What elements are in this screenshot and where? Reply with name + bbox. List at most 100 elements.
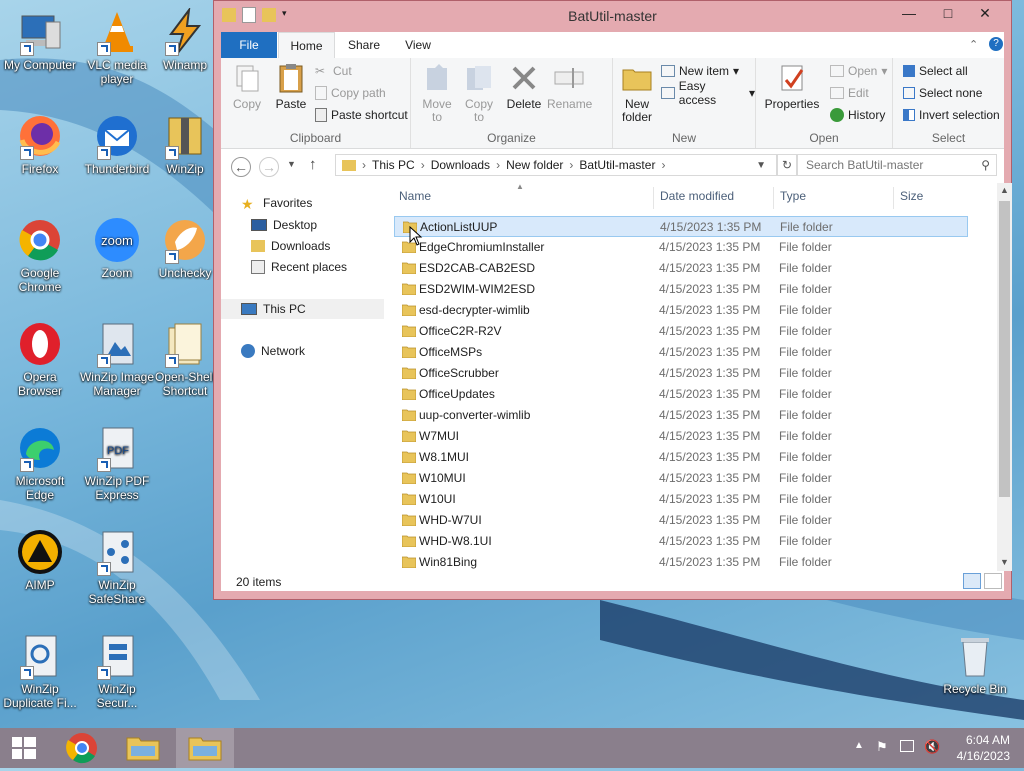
- paste-shortcut-button[interactable]: Paste shortcut: [315, 106, 408, 124]
- table-row[interactable]: Win81Bing 4/15/2023 1:35 PM File folder: [394, 552, 968, 573]
- vertical-scrollbar[interactable]: ▲ ▼: [997, 183, 1012, 571]
- desktop-icon-winzip-duplicate[interactable]: WinZip Duplicate Fi...: [0, 632, 80, 710]
- close-button[interactable]: ✕: [968, 1, 1002, 25]
- nav-network[interactable]: Network: [241, 341, 305, 361]
- scroll-thumb[interactable]: [999, 201, 1010, 497]
- select-none-button[interactable]: Select none: [903, 84, 982, 102]
- desktop-icon-my-computer[interactable]: My Computer: [0, 8, 80, 72]
- new-folder-button[interactable]: New folder: [619, 62, 655, 124]
- copy-button[interactable]: Copy: [227, 62, 267, 111]
- history-button[interactable]: History: [830, 106, 885, 124]
- easy-access-button[interactable]: Easy access ▾: [661, 79, 755, 107]
- invert-selection-button[interactable]: Invert selection: [903, 106, 1000, 124]
- details-view-button[interactable]: [963, 573, 981, 589]
- new-item-button[interactable]: New item ▾: [661, 62, 739, 80]
- column-header-date[interactable]: Date modified: [660, 189, 734, 203]
- title-bar[interactable]: ▾ BatUtil-master — □ ✕: [214, 1, 1011, 31]
- clock[interactable]: 6:04 AM 4/16/2023: [957, 732, 1010, 764]
- recent-locations-button[interactable]: ▼: [287, 159, 296, 169]
- desktop-icon-chrome[interactable]: Google Chrome: [0, 216, 80, 294]
- chevron-down-icon[interactable]: ▼: [756, 160, 766, 171]
- desktop-icon-firefox[interactable]: Firefox: [0, 112, 80, 176]
- breadcrumb-new-folder[interactable]: New folder: [506, 158, 563, 172]
- breadcrumb-downloads[interactable]: Downloads: [431, 158, 490, 172]
- table-row[interactable]: uup-converter-wimlib 4/15/2023 1:35 PM Fil…: [394, 405, 968, 426]
- cut-button[interactable]: ✂ Cut: [315, 62, 352, 80]
- tab-file[interactable]: File: [221, 32, 277, 58]
- breadcrumb-this-pc[interactable]: This PC: [372, 158, 415, 172]
- network-icon[interactable]: [900, 740, 914, 752]
- maximize-button[interactable]: □: [931, 1, 965, 25]
- table-row[interactable]: esd-decrypter-wimlib 4/15/2023 1:35 PM Fil…: [394, 300, 968, 321]
- table-row[interactable]: EdgeChromiumInstaller 4/15/2023 1:35 PM Fi…: [394, 237, 968, 258]
- table-row[interactable]: WHD-W7UI 4/15/2023 1:35 PM File folder: [394, 510, 968, 531]
- search-input[interactable]: Search BatUtil-master ⚲: [797, 154, 997, 176]
- desktop-icon-thunderbird[interactable]: Thunderbird: [77, 112, 157, 176]
- desktop-icon-winzip-secure[interactable]: WinZip Secur...: [77, 632, 157, 710]
- breadcrumb-batutil-master[interactable]: BatUtil-master: [579, 158, 655, 172]
- properties-button[interactable]: Properties: [764, 62, 820, 111]
- up-button[interactable]: ↑: [309, 156, 317, 173]
- table-row[interactable]: OfficeMSPs 4/15/2023 1:35 PM File folder: [394, 342, 968, 363]
- column-header-type[interactable]: Type: [780, 189, 806, 203]
- taskbar-file-explorer[interactable]: [115, 728, 171, 768]
- table-row[interactable]: W7MUI 4/15/2023 1:35 PM File folder: [394, 426, 968, 447]
- chevron-up-icon[interactable]: ⌃: [969, 38, 978, 51]
- tab-share[interactable]: Share: [339, 32, 389, 58]
- flag-icon[interactable]: ⚑: [876, 739, 888, 755]
- table-row[interactable]: ActionListUUP 4/15/2023 1:35 PM File folde…: [394, 216, 968, 237]
- desktop-icon-winzip-safeshare[interactable]: WinZip SafeShare: [77, 528, 157, 606]
- select-all-button[interactable]: Select all: [903, 62, 968, 80]
- scroll-up-icon[interactable]: ▲: [1000, 185, 1009, 195]
- desktop-icon-open-shell[interactable]: Open-Shell Shortcut: [153, 320, 217, 398]
- edit-button[interactable]: Edit: [830, 84, 869, 102]
- table-row[interactable]: ESD2WIM-WIM2ESD 4/15/2023 1:35 PM File fol…: [394, 279, 968, 300]
- column-header-name[interactable]: Name: [399, 189, 431, 203]
- rename-button[interactable]: Rename: [547, 62, 592, 111]
- tab-view[interactable]: View: [393, 32, 443, 58]
- scroll-down-icon[interactable]: ▼: [1000, 557, 1009, 567]
- copy-path-button[interactable]: Copy path: [315, 84, 386, 102]
- open-button[interactable]: Open ▾: [830, 62, 887, 80]
- nav-favorites[interactable]: ★ Favorites: [241, 193, 312, 213]
- table-row[interactable]: WHD-W8.1UI 4/15/2023 1:35 PM File folder: [394, 531, 968, 552]
- table-row[interactable]: ESD2CAB-CAB2ESD 4/15/2023 1:35 PM File fol…: [394, 258, 968, 279]
- address-bar[interactable]: › This PC › Downloads › New folder › Bat…: [335, 154, 777, 176]
- paste-button[interactable]: Paste: [271, 62, 311, 111]
- forward-button[interactable]: →: [259, 157, 279, 177]
- desktop-icon-winzip-pdf[interactable]: PDF WinZip PDF Express: [77, 424, 157, 502]
- tab-home[interactable]: Home: [278, 32, 335, 58]
- desktop-icon-unchecky[interactable]: Unchecky: [153, 216, 217, 280]
- table-row[interactable]: W10UI 4/15/2023 1:35 PM File folder: [394, 489, 968, 510]
- nav-recent-places[interactable]: Recent places: [251, 257, 347, 277]
- table-row[interactable]: OfficeScrubber 4/15/2023 1:35 PM File fold…: [394, 363, 968, 384]
- start-button[interactable]: [0, 728, 48, 768]
- help-icon[interactable]: ?: [989, 37, 1003, 51]
- desktop-icon-edge[interactable]: Microsoft Edge: [0, 424, 80, 502]
- table-row[interactable]: OfficeUpdates 4/15/2023 1:35 PM File folde…: [394, 384, 968, 405]
- desktop-icon-winzip[interactable]: WinZip: [153, 112, 217, 176]
- nav-downloads[interactable]: Downloads: [251, 236, 330, 256]
- desktop-icon-winzip-image-manager[interactable]: WinZip Image Manager: [77, 320, 157, 398]
- minimize-button[interactable]: —: [892, 1, 926, 25]
- table-row[interactable]: W8.1MUI 4/15/2023 1:35 PM File folder: [394, 447, 968, 468]
- column-header-size[interactable]: Size: [900, 189, 923, 203]
- taskbar-file-explorer-active[interactable]: [176, 728, 234, 768]
- desktop-icon-opera[interactable]: Opera Browser: [0, 320, 80, 398]
- nav-desktop[interactable]: Desktop: [251, 215, 317, 235]
- desktop-icon-winamp[interactable]: Winamp: [153, 8, 217, 72]
- table-row[interactable]: W10MUI 4/15/2023 1:35 PM File folder: [394, 468, 968, 489]
- copy-to-button[interactable]: Copy to: [459, 62, 499, 124]
- volume-muted-icon[interactable]: 🔇: [924, 739, 940, 755]
- nav-this-pc[interactable]: This PC: [221, 299, 384, 319]
- taskbar-chrome[interactable]: [54, 728, 110, 768]
- delete-button[interactable]: Delete: [503, 62, 545, 111]
- desktop-icon-recycle-bin[interactable]: Recycle Bin: [935, 632, 1015, 696]
- table-row[interactable]: OfficeC2R-R2V 4/15/2023 1:35 PM File folde…: [394, 321, 968, 342]
- back-button[interactable]: ←: [231, 157, 251, 177]
- large-icons-view-button[interactable]: [984, 573, 1002, 589]
- desktop-icon-aimp[interactable]: AIMP: [0, 528, 80, 592]
- desktop-icon-vlc[interactable]: VLC media player: [77, 8, 157, 86]
- chevron-up-icon[interactable]: ▲: [854, 740, 864, 751]
- refresh-button[interactable]: ↻: [777, 154, 797, 176]
